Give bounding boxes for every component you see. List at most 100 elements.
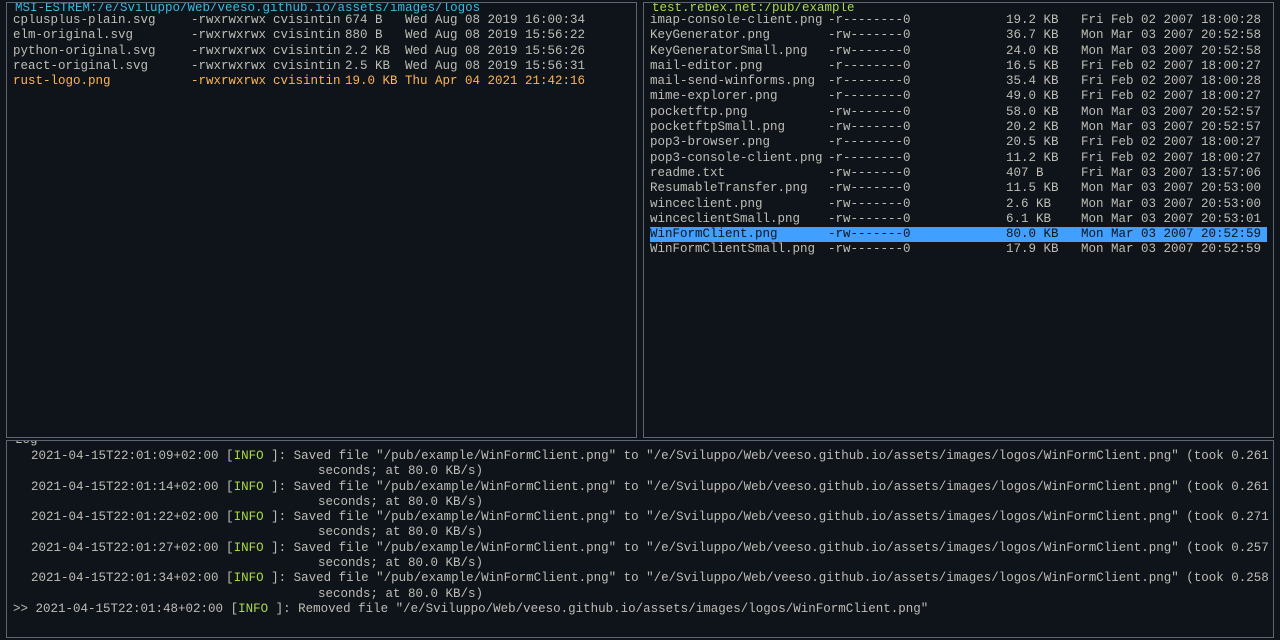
file-date: Fri Feb 02 2007 18:00:27 bbox=[1081, 151, 1261, 166]
file-name: pop3-browser.png bbox=[650, 135, 828, 150]
file-row[interactable]: KeyGenerator.png-rw-------036.7 KB Mon M… bbox=[650, 28, 1267, 43]
file-spacer bbox=[931, 44, 1006, 59]
file-spacer bbox=[931, 120, 1006, 135]
file-row[interactable]: imap-console-client.png-r--------019.2 K… bbox=[650, 13, 1267, 28]
file-owner: 0 bbox=[903, 105, 931, 120]
file-perms: -rw------- bbox=[828, 166, 903, 181]
file-row[interactable]: elm-original.svg-rwxrwxrwxcvisintin880 B… bbox=[13, 28, 630, 43]
file-row[interactable]: mail-send-winforms.png-r--------035.4 KB… bbox=[650, 74, 1267, 89]
local-panel-title: MSI-ESTREM:/e/Sviluppo/Web/veeso.github.… bbox=[13, 2, 482, 14]
file-date: Wed Aug 08 2019 16:00:34 bbox=[405, 13, 585, 28]
file-perms: -rw------- bbox=[828, 120, 903, 135]
file-perms: -r-------- bbox=[828, 74, 903, 89]
file-name: mail-send-winforms.png bbox=[650, 74, 828, 89]
file-name: imap-console-client.png bbox=[650, 13, 828, 28]
file-date: Fri Feb 02 2007 18:00:27 bbox=[1081, 89, 1261, 104]
file-perms: -r-------- bbox=[828, 59, 903, 74]
log-level: INFO bbox=[234, 541, 264, 555]
file-row[interactable]: pocketftp.png-rw-------058.0 KB Mon Mar … bbox=[650, 105, 1267, 120]
file-row[interactable]: winceclientSmall.png-rw-------06.1 KB Mo… bbox=[650, 212, 1267, 227]
file-size: 19.2 KB bbox=[1006, 13, 1081, 28]
file-date: Mon Mar 03 2007 20:52:57 bbox=[1081, 105, 1261, 120]
log-timestamp: 2021-04-15T22:01:27+02:00 bbox=[31, 541, 219, 555]
file-owner: 0 bbox=[903, 13, 931, 28]
file-owner: cvisintin bbox=[273, 59, 345, 74]
log-level: INFO bbox=[234, 571, 264, 585]
local-file-list[interactable]: cplusplus-plain.svg-rwxrwxrwxcvisintin67… bbox=[7, 5, 636, 95]
file-row[interactable]: winceclient.png-rw-------02.6 KB Mon Mar… bbox=[650, 197, 1267, 212]
log-continuation: seconds; at 80.0 KB/s) bbox=[13, 464, 1267, 479]
file-spacer bbox=[931, 197, 1006, 212]
file-name: cplusplus-plain.svg bbox=[13, 13, 191, 28]
file-spacer bbox=[931, 28, 1006, 43]
file-name: mail-editor.png bbox=[650, 59, 828, 74]
file-date: Mon Mar 03 2007 20:53:01 bbox=[1081, 212, 1261, 227]
file-row[interactable]: pop3-browser.png-r--------020.5 KB Fri F… bbox=[650, 135, 1267, 150]
file-owner: 0 bbox=[903, 242, 931, 257]
file-date: Fri Feb 02 2007 18:00:27 bbox=[1081, 59, 1261, 74]
file-date: Mon Mar 03 2007 20:52:58 bbox=[1081, 44, 1261, 59]
file-spacer bbox=[931, 242, 1006, 257]
local-panel[interactable]: MSI-ESTREM:/e/Sviluppo/Web/veeso.github.… bbox=[6, 2, 637, 438]
file-row[interactable]: pocketftpSmall.png-rw-------020.2 KB Mon… bbox=[650, 120, 1267, 135]
file-row[interactable]: python-original.svg-rwxrwxrwxcvisintin2.… bbox=[13, 44, 630, 59]
file-row[interactable]: WinFormClientSmall.png-rw-------017.9 KB… bbox=[650, 242, 1267, 257]
file-spacer bbox=[931, 151, 1006, 166]
log-continuation: seconds; at 80.0 KB/s) bbox=[13, 495, 1267, 510]
log-timestamp: 2021-04-15T22:01:09+02:00 bbox=[31, 449, 219, 463]
file-size: 880 B bbox=[345, 28, 405, 43]
log-line: 2021-04-15T22:01:14+02:00 [INFO ]: Saved… bbox=[13, 480, 1267, 495]
file-row[interactable]: pop3-console-client.png-r--------011.2 K… bbox=[650, 151, 1267, 166]
file-name: mime-explorer.png bbox=[650, 89, 828, 104]
file-size: 11.2 KB bbox=[1006, 151, 1081, 166]
log-panel[interactable]: Log 2021-04-15T22:01:09+02:00 [INFO ]: S… bbox=[6, 440, 1274, 638]
log-level: INFO bbox=[234, 510, 264, 524]
log-level: INFO bbox=[238, 602, 268, 616]
log-line: 2021-04-15T22:01:22+02:00 [INFO ]: Saved… bbox=[13, 510, 1267, 525]
file-date: Mon Mar 03 2007 20:52:57 bbox=[1081, 120, 1261, 135]
file-row[interactable]: mime-explorer.png-r--------049.0 KB Fri … bbox=[650, 89, 1267, 104]
log-message: Saved file "/pub/example/WinFormClient.p… bbox=[294, 510, 1269, 524]
file-name: WinFormClientSmall.png bbox=[650, 242, 828, 257]
file-row[interactable]: ResumableTransfer.png-rw-------011.5 KB … bbox=[650, 181, 1267, 196]
file-row[interactable]: KeyGeneratorSmall.png-rw-------024.0 KB … bbox=[650, 44, 1267, 59]
file-row[interactable]: readme.txt-rw-------0407 B Fri Mar 03 20… bbox=[650, 166, 1267, 181]
file-perms: -rw------- bbox=[828, 197, 903, 212]
file-perms: -rw------- bbox=[828, 212, 903, 227]
remote-file-list[interactable]: imap-console-client.png-r--------019.2 K… bbox=[644, 5, 1273, 264]
file-size: 20.2 KB bbox=[1006, 120, 1081, 135]
log-timestamp: 2021-04-15T22:01:48+02:00 bbox=[36, 602, 224, 616]
file-row[interactable]: mail-editor.png-r--------016.5 KB Fri Fe… bbox=[650, 59, 1267, 74]
log-level: INFO bbox=[234, 449, 264, 463]
file-owner: 0 bbox=[903, 28, 931, 43]
file-size: 2.5 KB bbox=[345, 59, 405, 74]
file-perms: -rwxrwxrwx bbox=[191, 13, 273, 28]
file-size: 6.1 KB bbox=[1006, 212, 1081, 227]
file-row[interactable]: WinFormClient.png-rw-------080.0 KB Mon … bbox=[650, 227, 1267, 242]
file-size: 80.0 KB bbox=[1006, 227, 1081, 242]
log-timestamp: 2021-04-15T22:01:22+02:00 bbox=[31, 510, 219, 524]
file-owner: cvisintin bbox=[273, 44, 345, 59]
file-row[interactable]: react-original.svg-rwxrwxrwxcvisintin2.5… bbox=[13, 59, 630, 74]
file-size: 2.6 KB bbox=[1006, 197, 1081, 212]
file-date: Fri Feb 02 2007 18:00:28 bbox=[1081, 13, 1261, 28]
remote-panel[interactable]: test.rebex.net:/pub/example imap-console… bbox=[643, 2, 1274, 438]
file-perms: -rw------- bbox=[828, 44, 903, 59]
file-date: Thu Apr 04 2021 21:42:16 bbox=[405, 74, 585, 89]
file-name: winceclient.png bbox=[650, 197, 828, 212]
file-name: pocketftp.png bbox=[650, 105, 828, 120]
file-row[interactable]: cplusplus-plain.svg-rwxrwxrwxcvisintin67… bbox=[13, 13, 630, 28]
file-owner: 0 bbox=[903, 212, 931, 227]
file-spacer bbox=[931, 135, 1006, 150]
file-owner: 0 bbox=[903, 89, 931, 104]
file-date: Wed Aug 08 2019 15:56:22 bbox=[405, 28, 585, 43]
log-continuation: seconds; at 80.0 KB/s) bbox=[13, 587, 1267, 602]
file-size: 674 B bbox=[345, 13, 405, 28]
file-perms: -rwxrwxrwx bbox=[191, 59, 273, 74]
file-size: 2.2 KB bbox=[345, 44, 405, 59]
file-row[interactable]: rust-logo.png-rwxrwxrwxcvisintin19.0 KB … bbox=[13, 74, 630, 89]
file-perms: -rwxrwxrwx bbox=[191, 44, 273, 59]
file-spacer bbox=[931, 89, 1006, 104]
file-date: Wed Aug 08 2019 15:56:26 bbox=[405, 44, 585, 59]
file-owner: 0 bbox=[903, 166, 931, 181]
